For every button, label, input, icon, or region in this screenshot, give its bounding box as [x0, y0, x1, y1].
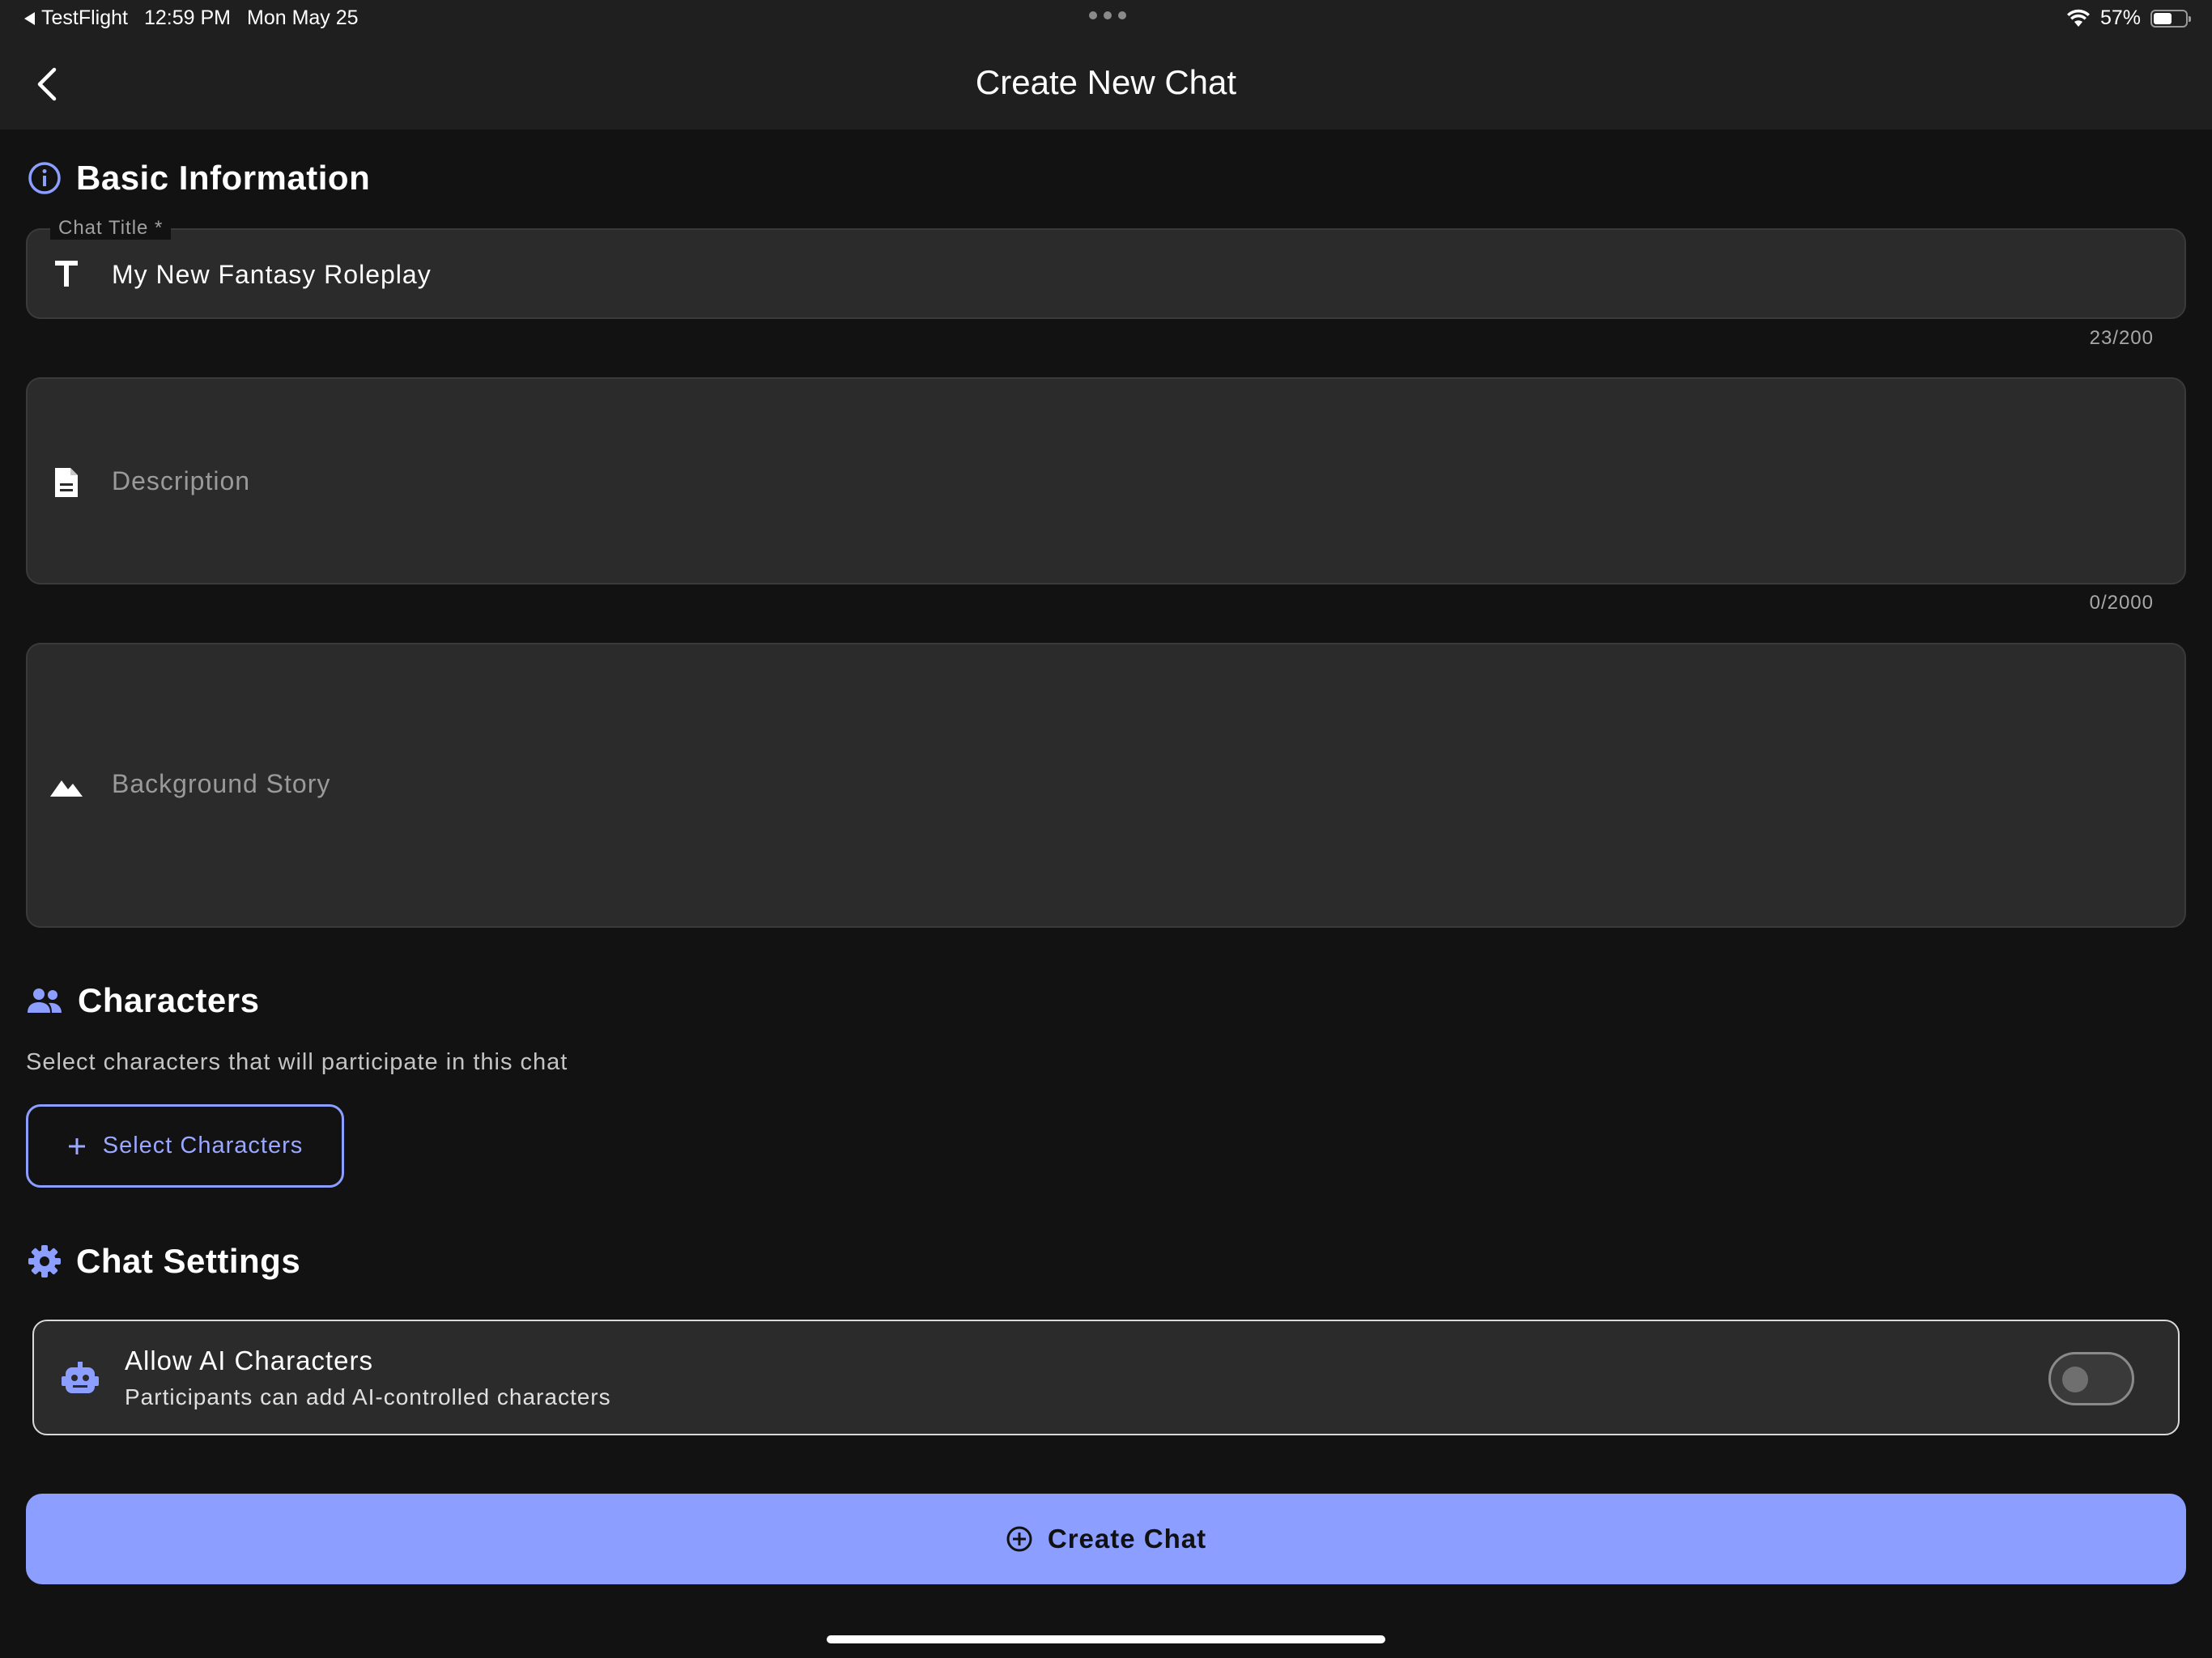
- back-to-app-link[interactable]: TestFlight: [24, 6, 128, 30]
- chat-title-label: Chat Title *: [50, 217, 172, 240]
- allow-ai-subtitle: Participants can add AI-controlled chara…: [125, 1384, 611, 1409]
- people-icon: [28, 988, 62, 1013]
- wifi-icon: [2066, 9, 2090, 27]
- description-placeholder: Description: [112, 466, 251, 495]
- chat-title-value[interactable]: My New Fantasy Roleplay: [112, 260, 432, 290]
- back-app-label: TestFlight: [41, 6, 128, 29]
- chat-settings-header: Chat Settings: [28, 1242, 300, 1281]
- plus-icon: [68, 1137, 85, 1154]
- toggle-knob: [2062, 1367, 2088, 1392]
- chat-title-input[interactable]: My New Fantasy Roleplay: [26, 228, 2186, 319]
- select-characters-label: Select Characters: [102, 1133, 304, 1158]
- background-story-placeholder: Background Story: [112, 769, 331, 798]
- allow-ai-toggle[interactable]: [2048, 1352, 2134, 1405]
- text-title-icon: [49, 256, 84, 291]
- info-icon: [28, 162, 61, 194]
- battery-icon: [2150, 9, 2191, 28]
- allow-ai-title: Allow AI Characters: [125, 1346, 373, 1375]
- app-bar: Create New Chat: [0, 39, 2212, 130]
- robot-icon: [62, 1362, 99, 1393]
- landscape-icon: [49, 769, 84, 805]
- back-triangle-icon: [24, 11, 35, 25]
- home-indicator[interactable]: [827, 1635, 1385, 1643]
- add-circle-icon: [1006, 1526, 1032, 1552]
- description-counter: 0/2000: [2089, 592, 2154, 614]
- basic-info-header: Basic Information: [28, 159, 370, 198]
- allow-ai-characters-setting[interactable]: Allow AI Characters Participants can add…: [32, 1320, 2180, 1435]
- description-input[interactable]: Description: [26, 377, 2186, 585]
- status-bar: TestFlight 12:59 PM Mon May 25 57%: [0, 0, 2212, 39]
- gear-icon: [28, 1245, 61, 1278]
- create-chat-button[interactable]: Create Chat: [26, 1494, 2186, 1584]
- characters-subtitle: Select characters that will participate …: [26, 1049, 568, 1075]
- document-icon: [49, 465, 84, 500]
- characters-title: Characters: [78, 981, 260, 1019]
- chat-title-counter: 23/200: [2089, 327, 2154, 349]
- multitasking-dots-icon[interactable]: [1089, 11, 1126, 19]
- status-date: Mon May 25: [247, 6, 359, 29]
- characters-header: Characters: [26, 981, 259, 1020]
- basic-info-title: Basic Information: [76, 159, 371, 197]
- battery-percent: 57%: [2099, 6, 2141, 29]
- chat-settings-title: Chat Settings: [76, 1242, 301, 1280]
- page-title: Create New Chat: [975, 63, 1237, 101]
- select-characters-button[interactable]: Select Characters: [26, 1104, 344, 1188]
- create-chat-label: Create Chat: [1047, 1524, 1207, 1554]
- background-story-input[interactable]: Background Story: [26, 643, 2186, 928]
- status-time: 12:59 PM: [143, 6, 231, 29]
